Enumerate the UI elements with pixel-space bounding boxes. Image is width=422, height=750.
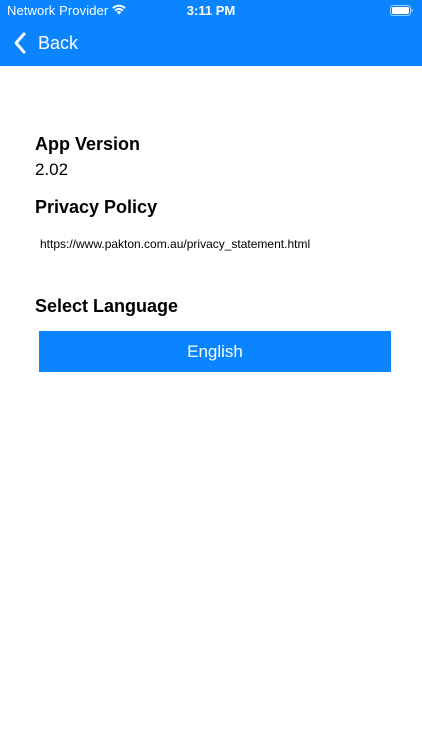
language-select-button[interactable]: English: [39, 331, 391, 372]
chevron-left-icon: [14, 32, 26, 54]
back-button[interactable]: Back: [10, 28, 90, 58]
battery-icon: [390, 5, 413, 16]
navigation-bar: Network Provider 3:11 PM Back: [0, 0, 422, 66]
select-language-heading: Select Language: [35, 296, 179, 316]
privacy-policy-heading: Privacy Policy: [35, 197, 158, 217]
back-label: Back: [38, 32, 79, 53]
status-bar: Network Provider 3:11 PM: [0, 0, 422, 22]
settings-screen: Network Provider 3:11 PM Back App Versio…: [0, 0, 422, 750]
clock: 3:11 PM: [186, 3, 236, 18]
privacy-policy-link[interactable]: https://www.pakton.com.au/privacy_statem…: [40, 237, 310, 251]
app-version-value: 2.02: [35, 160, 69, 179]
app-version-heading: App Version: [35, 134, 141, 154]
